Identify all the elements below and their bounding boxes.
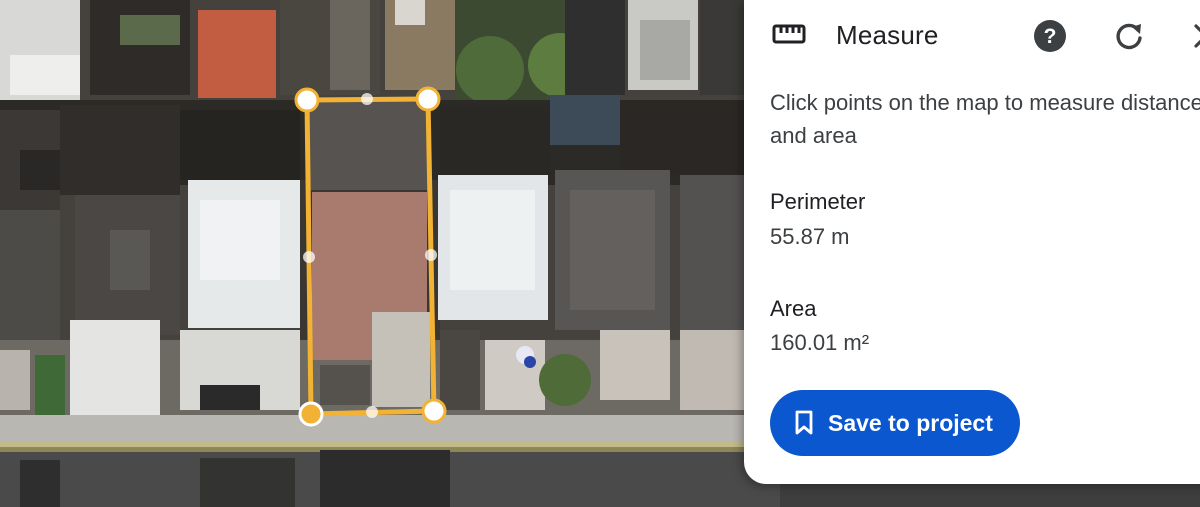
svg-text:?: ?	[1044, 25, 1057, 48]
midpoint-handle[interactable]	[361, 93, 373, 105]
midpoint-handle[interactable]	[425, 249, 437, 261]
close-icon[interactable]	[1192, 22, 1200, 55]
save-to-project-button[interactable]: Save to project	[770, 390, 1020, 456]
refresh-icon[interactable]	[1113, 20, 1145, 57]
midpoint-handle[interactable]	[366, 406, 378, 418]
vertex-handle[interactable]	[415, 86, 441, 112]
midpoint-handle[interactable]	[303, 251, 315, 263]
bookmark-icon	[794, 410, 814, 436]
measure-panel: Measure ? Click points on the map to mea…	[744, 0, 1200, 484]
vertex-handle[interactable]	[294, 87, 320, 113]
perimeter-label: Perimeter	[770, 189, 866, 214]
ruler-icon	[772, 22, 806, 51]
instructions-text: Click points on the map to measure dista…	[770, 90, 1200, 148]
vertex-handle[interactable]	[421, 398, 447, 424]
vertex-handle-active[interactable]	[298, 401, 324, 427]
help-icon[interactable]: ?	[1033, 19, 1067, 58]
area-value: 160.01 m²	[770, 330, 870, 355]
area-label: Area	[770, 296, 817, 321]
perimeter-value: 55.87 m	[770, 224, 850, 249]
panel-title: Measure	[836, 20, 939, 50]
save-button-label: Save to project	[828, 409, 993, 436]
